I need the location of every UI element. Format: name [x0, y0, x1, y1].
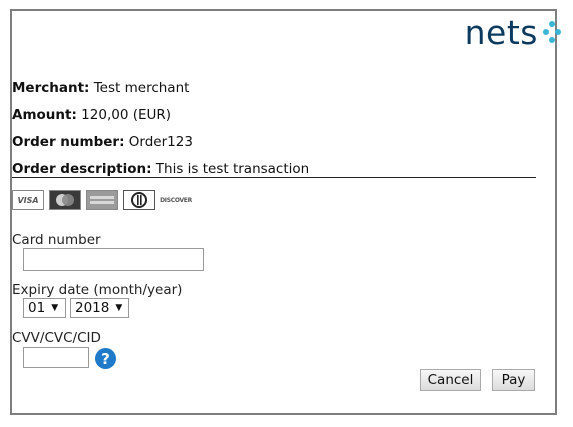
cvv-label: CVV/CVC/CID [12, 330, 101, 346]
chevron-down-icon: ▼ [51, 303, 59, 313]
payment-window [10, 9, 557, 415]
expiry-month-select[interactable]: 01 ▼ [23, 298, 66, 318]
order-description-label: Order description: [12, 161, 152, 177]
diners-club-card-icon [123, 190, 155, 210]
order-number-line: Order number: Order123 [12, 134, 193, 150]
american-express-card-icon [86, 190, 118, 210]
expiry-date-label: Expiry date (month/year) [12, 282, 183, 298]
merchant-value: Test merchant [93, 80, 190, 96]
order-description-value: This is test transaction [155, 161, 310, 177]
expiry-month-value: 01 [28, 300, 46, 316]
order-description-line: Order description: This is test transact… [12, 161, 309, 177]
chevron-down-icon: ▼ [115, 303, 123, 313]
amount-label: Amount: [12, 107, 77, 123]
mastercard-card-icon [49, 190, 81, 210]
cancel-button[interactable]: Cancel [420, 369, 481, 391]
card-number-label: Card number [12, 232, 101, 248]
amount-value: 120,00 (EUR) [81, 107, 172, 123]
pay-button[interactable]: Pay [492, 369, 535, 391]
cvv-input[interactable] [23, 347, 89, 368]
discover-card-icon: DISCOVER [160, 190, 192, 210]
expiry-year-value: 2018 [75, 300, 110, 316]
help-icon[interactable]: ? [95, 348, 116, 369]
logo-dots-icon [543, 19, 563, 47]
order-number-label: Order number: [12, 134, 125, 150]
expiry-year-select[interactable]: 2018 ▼ [70, 298, 129, 318]
section-divider [12, 177, 536, 178]
order-number-value: Order123 [128, 134, 193, 150]
accepted-cards: VISA DISCOVER [12, 190, 192, 210]
amount-line: Amount: 120,00 (EUR) [12, 107, 171, 123]
visa-card-icon: VISA [12, 190, 44, 210]
card-number-input[interactable] [23, 248, 204, 271]
merchant-line: Merchant: Test merchant [12, 80, 189, 96]
nets-logo: nets [465, 16, 563, 49]
logo-text: nets [464, 13, 538, 52]
merchant-label: Merchant: [12, 80, 90, 96]
